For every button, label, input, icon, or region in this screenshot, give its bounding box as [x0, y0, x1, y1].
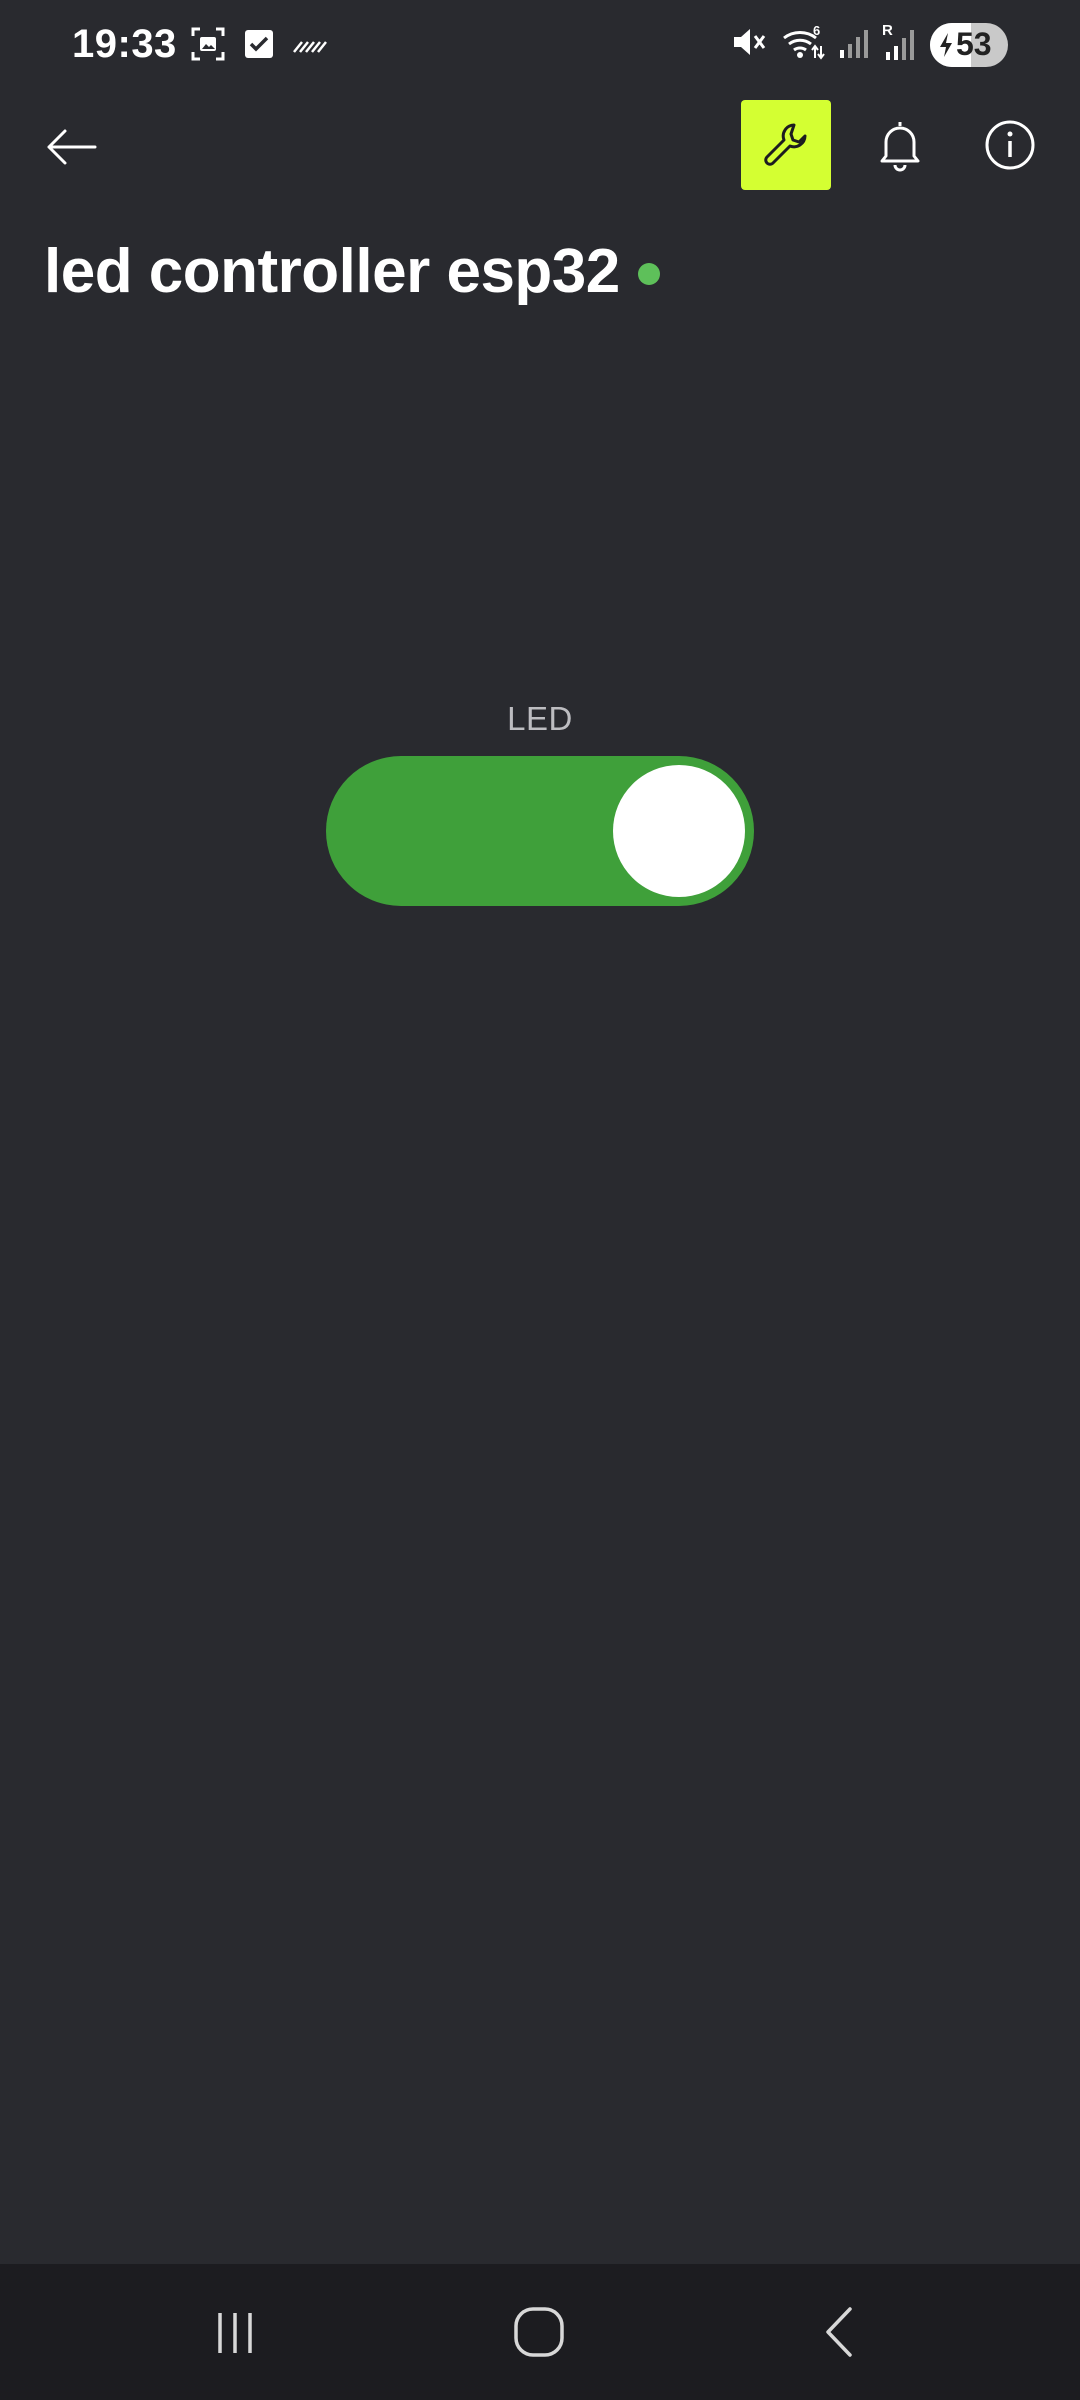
info-icon — [985, 120, 1035, 170]
switch-label: LED — [507, 700, 573, 737]
status-time: 19:33 — [72, 22, 177, 66]
mute-icon — [728, 22, 768, 67]
arrow-left-icon — [47, 129, 97, 165]
recents-icon — [218, 2313, 252, 2353]
app-header — [0, 92, 1080, 202]
charging-bolt-icon — [940, 32, 952, 57]
back-button[interactable] — [36, 112, 106, 182]
screenshot-icon — [190, 26, 226, 67]
svg-text:R: R — [882, 22, 893, 39]
device-title: led controller esp32 — [44, 237, 620, 306]
status-left-icons — [190, 26, 328, 67]
battery-icon: 53 — [930, 22, 1008, 67]
switch-knob[interactable] — [613, 765, 745, 897]
led-switch-widget: LED — [326, 700, 754, 906]
wrench-icon — [764, 123, 807, 166]
status-right-icons: 6 R 53 — [728, 22, 1008, 67]
device-title-row: led controller esp32 — [44, 236, 660, 307]
signal-icon — [838, 24, 870, 65]
recents-button[interactable] — [190, 2292, 280, 2372]
home-icon — [514, 2307, 564, 2357]
notifications-button[interactable] — [862, 102, 938, 188]
info-button[interactable] — [970, 102, 1050, 188]
roaming-signal-icon: R — [882, 22, 918, 67]
settings-button[interactable] — [741, 100, 831, 190]
status-bar: 19:33 6 R 53 — [0, 0, 1080, 92]
svg-text:6: 6 — [813, 23, 820, 38]
checkbox-icon — [244, 29, 274, 64]
led-toggle-switch[interactable] — [326, 756, 754, 906]
back-icon — [826, 2307, 852, 2357]
online-status-dot — [637, 262, 660, 285]
data-sync-icon — [292, 32, 328, 61]
wifi-icon: 6 — [780, 22, 826, 67]
nav-back-button[interactable] — [796, 2292, 886, 2372]
home-button[interactable] — [494, 2292, 584, 2372]
system-nav-bar — [0, 2264, 1080, 2400]
bell-icon — [880, 122, 920, 172]
battery-level: 53 — [956, 26, 992, 62]
